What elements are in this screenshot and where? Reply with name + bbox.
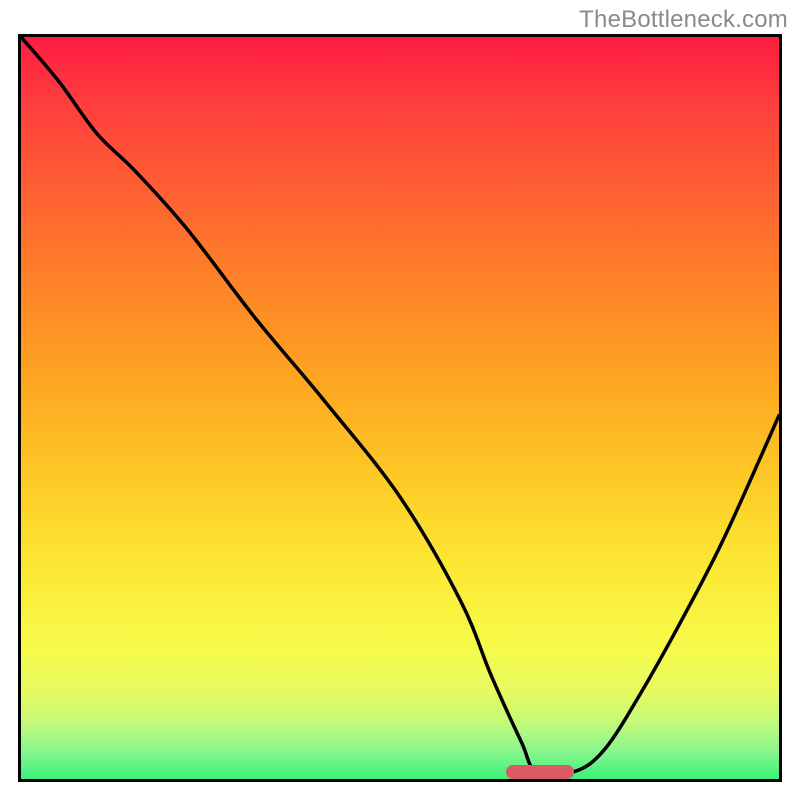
chart-container: TheBottleneck.com — [0, 0, 800, 800]
optimal-range-marker — [506, 765, 574, 779]
attribution-label: TheBottleneck.com — [579, 6, 788, 34]
plot-area — [18, 34, 782, 782]
curve-svg — [21, 37, 779, 779]
bottleneck-curve — [21, 37, 779, 775]
